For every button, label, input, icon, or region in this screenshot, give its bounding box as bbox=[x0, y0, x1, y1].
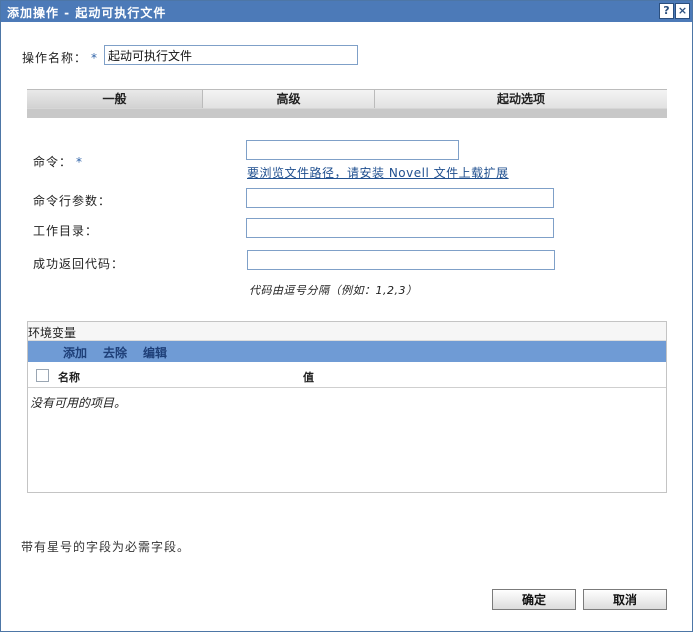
args-label: 命令行参数： bbox=[33, 194, 112, 208]
ok-button[interactable]: 确定 bbox=[492, 589, 576, 610]
column-value[interactable]: 值 bbox=[303, 369, 314, 385]
tab-bar: 一般 高级 起动选项 bbox=[27, 89, 667, 118]
command-label-text: 命令： bbox=[33, 155, 73, 169]
env-variables-title: 环境变量 bbox=[28, 326, 77, 340]
column-name[interactable]: 名称 bbox=[58, 369, 80, 385]
tab-row: 一般 高级 起动选项 bbox=[27, 90, 667, 108]
env-add-button[interactable]: 添加 bbox=[63, 344, 87, 361]
tab-launch-options[interactable]: 起动选项 bbox=[375, 90, 667, 108]
tab-advanced[interactable]: 高级 bbox=[203, 90, 375, 108]
workdir-input[interactable] bbox=[246, 218, 554, 238]
tab-underbar bbox=[27, 109, 667, 118]
add-action-dialog: 添加操作 - 起动可执行文件 ? × 操作名称：* 一般 高级 起动选项 命令：… bbox=[0, 0, 693, 632]
env-empty-message: 没有可用的项目。 bbox=[30, 396, 127, 410]
command-label: 命令： * bbox=[33, 153, 83, 170]
env-edit-button[interactable]: 编辑 bbox=[143, 344, 167, 361]
help-icon[interactable]: ? bbox=[659, 3, 674, 19]
success-codes-input[interactable] bbox=[247, 250, 555, 270]
env-variables-panel: 环境变量 添加 去除 编辑 名称 值 没有可用的项目。 bbox=[27, 321, 667, 493]
select-all-checkbox[interactable] bbox=[36, 369, 49, 382]
env-variables-header: 环境变量 bbox=[28, 322, 666, 341]
env-remove-button[interactable]: 去除 bbox=[103, 344, 127, 361]
action-name-input[interactable] bbox=[104, 45, 358, 65]
success-codes-hint: 代码由逗号分隔（例如：1,2,3） bbox=[249, 284, 418, 297]
action-name-label: 操作名称： * bbox=[22, 49, 98, 66]
dialog-title: 添加操作 - 起动可执行文件 bbox=[7, 6, 167, 20]
success-codes-label: 成功返回代码： bbox=[33, 257, 125, 271]
command-required-mark: * bbox=[76, 155, 84, 169]
env-table-header: 名称 值 bbox=[28, 363, 666, 388]
action-name-label-text: 操作名称： bbox=[22, 51, 88, 65]
workdir-label: 工作目录： bbox=[33, 224, 99, 238]
close-icon[interactable]: × bbox=[675, 3, 690, 19]
command-input[interactable] bbox=[246, 140, 459, 160]
required-mark: * bbox=[91, 51, 99, 65]
env-toolbar: 添加 去除 编辑 bbox=[28, 341, 666, 362]
dialog-titlebar: 添加操作 - 起动可执行文件 ? × bbox=[1, 1, 692, 22]
cancel-button[interactable]: 取消 bbox=[583, 589, 667, 610]
args-input[interactable] bbox=[246, 188, 554, 208]
required-fields-note: 带有星号的字段为必需字段。 bbox=[21, 540, 191, 554]
tab-general[interactable]: 一般 bbox=[27, 90, 203, 108]
install-upload-extension-link[interactable]: 要浏览文件路径，请安装 Novell 文件上载扩展 bbox=[247, 164, 509, 181]
